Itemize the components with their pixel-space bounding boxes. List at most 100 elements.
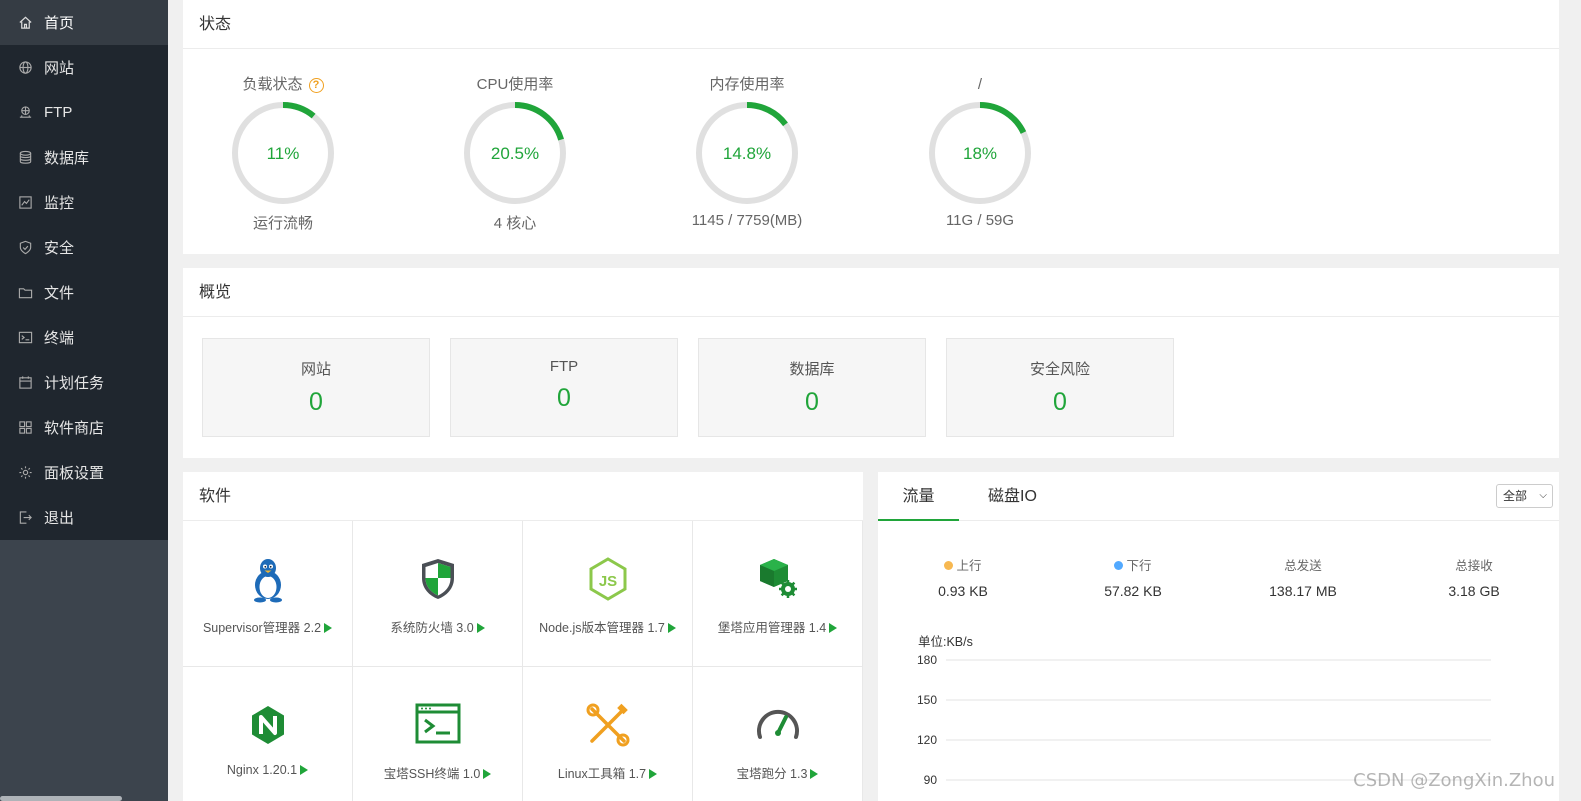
gauge-sub: 1145 / 7759(MB) (691, 212, 803, 229)
sidebar-item-label: 安全 (44, 240, 75, 257)
gauge-ring[interactable]: 18% (926, 99, 1034, 207)
sidebar-item-store[interactable]: 软件商店 (0, 405, 168, 450)
sidebar-scrollbar[interactable] (0, 796, 122, 801)
stat-label: 总接收 (1455, 559, 1493, 573)
software-item-ssh-terminal[interactable]: 宝塔SSH终端 1.0 (353, 667, 523, 801)
stat-download: 下行 57.82 KB (1073, 555, 1193, 599)
sidebar-item-monitor[interactable]: 监控 (0, 180, 168, 225)
tab-traffic[interactable]: 流量 (878, 472, 959, 521)
overview-card-value: 0 (309, 388, 323, 416)
nodejs-icon: JS (589, 557, 626, 601)
svg-text:JS: JS (598, 573, 616, 590)
traffic-tab-bar: 流量 磁盘IO 全部 ⌵ (878, 472, 1559, 521)
help-icon[interactable]: ? (308, 78, 324, 93)
software-item-app-manager[interactable]: 堡塔应用管理器 1.4 (693, 521, 863, 667)
gauge-ring[interactable]: 14.8% (693, 99, 801, 207)
gauge-value: 11% (267, 144, 300, 163)
overview-card-website[interactable]: 网站 0 (202, 338, 430, 437)
gauge-load: 负载状态? 11% 运行流畅 (213, 74, 353, 233)
overview-card-label: 安全风险 (1029, 361, 1090, 378)
software-panel: 软件 Supervisor管理器 2.2 系统防火墙 3.0 JS Node.j… (183, 472, 863, 801)
gauge-sub: 4 核心 (493, 215, 537, 232)
overview-card-security-risk[interactable]: 安全风险 0 (946, 338, 1174, 437)
sidebar-item-logout[interactable]: 退出 (0, 495, 168, 540)
calendar-icon (16, 374, 34, 392)
software-item-firewall[interactable]: 系统防火墙 3.0 (353, 521, 523, 667)
speedometer-icon (756, 709, 799, 739)
sidebar-item-files[interactable]: 文件 (0, 270, 168, 315)
stat-value: 57.82 KB (1104, 583, 1162, 599)
firewall-shield-icon (421, 559, 454, 599)
sidebar-item-database[interactable]: 数据库 (0, 135, 168, 180)
folder-icon (16, 284, 34, 302)
stat-upload: 上行 0.93 KB (903, 555, 1023, 599)
y-tick-label: 120 (917, 733, 937, 747)
sidebar-item-ftp[interactable]: FTP (0, 90, 168, 135)
software-item-benchmark[interactable]: 宝塔跑分 1.3 (693, 667, 863, 801)
sidebar-item-security[interactable]: 安全 (0, 225, 168, 270)
sidebar-item-settings[interactable]: 面板设置 (0, 450, 168, 495)
tab-disk-io[interactable]: 磁盘IO (988, 472, 1037, 521)
software-item-nginx[interactable]: Nginx 1.20.1 (183, 667, 353, 801)
gauge-memory: 内存使用率 14.8% 1145 / 7759(MB) (677, 74, 817, 229)
sidebar-item-label: FTP (44, 104, 73, 121)
overview-card-database[interactable]: 数据库 0 (698, 338, 926, 437)
gauge-ring[interactable]: 11% (229, 99, 337, 207)
software-item-linux-toolbox[interactable]: Linux工具箱 1.7 (523, 667, 693, 801)
stat-total-sent: 总发送 138.17 MB (1243, 555, 1363, 599)
sidebar-item-label: 网站 (44, 60, 75, 77)
linux-penguin-icon (253, 559, 282, 603)
software-item-label: 堡塔应用管理器 1.4 (717, 621, 827, 635)
interface-select[interactable]: 全部 ⌵ (1496, 484, 1553, 508)
y-tick-label: 150 (917, 693, 937, 707)
software-item-label: 系统防火墙 3.0 (390, 621, 474, 635)
upload-dot-icon (944, 561, 954, 570)
sidebar-item-label: 首页 (44, 15, 75, 32)
software-item-nodejs[interactable]: JS Node.js版本管理器 1.7 (523, 521, 693, 667)
software-item-label: Supervisor管理器 2.2 (202, 621, 322, 635)
gauge-label: / (977, 76, 983, 93)
stat-label: 总发送 (1284, 559, 1322, 573)
gauge-arc (979, 102, 1027, 134)
interface-select-value: 全部 (1503, 489, 1528, 503)
y-tick-label: 90 (924, 773, 938, 787)
gauge-ring[interactable]: 20.5% (461, 99, 569, 207)
download-dot-icon (1114, 561, 1124, 570)
sidebar-item-cron[interactable]: 计划任务 (0, 360, 168, 405)
overview-card-value: 0 (805, 388, 819, 416)
home-icon (16, 14, 34, 32)
gear-icon (16, 464, 34, 482)
sidebar: 首页 网站 FTP 数据库 监控 安全 文件 终端 计划任务 软件商店 面板设置… (0, 0, 168, 801)
y-tick-label: 180 (917, 653, 937, 667)
overview-card-ftp[interactable]: FTP 0 (450, 338, 678, 437)
play-icon (649, 769, 658, 779)
chevron-down-icon: ⌵ (1539, 490, 1547, 501)
sidebar-item-label: 面板设置 (44, 465, 105, 482)
sidebar-menu: 首页 网站 FTP 数据库 监控 安全 文件 终端 计划任务 软件商店 面板设置… (0, 0, 168, 540)
overview-card-value: 0 (557, 384, 571, 412)
gauge-value: 14.8% (723, 144, 771, 163)
database-icon (16, 149, 34, 167)
gauge-disk: / 18% 11G / 59G (910, 74, 1050, 229)
gauge-sub: 11G / 59G (945, 212, 1015, 229)
sidebar-item-website[interactable]: 网站 (0, 45, 168, 90)
gauge-arc (746, 102, 788, 127)
overview-panel: 概览 网站 0 FTP 0 数据库 0 安全风险 0 (183, 268, 1559, 458)
grid-icon (16, 419, 34, 437)
sidebar-item-home[interactable]: 首页 (0, 0, 168, 45)
software-item-label: Linux工具箱 1.7 (557, 767, 647, 781)
sidebar-item-label: 终端 (44, 330, 75, 347)
sidebar-item-label: 退出 (44, 510, 75, 527)
stat-label: 下行 (1126, 559, 1152, 573)
gauge-arc (514, 102, 564, 141)
play-icon (324, 623, 333, 633)
software-item-supervisor[interactable]: Supervisor管理器 2.2 (183, 521, 353, 667)
app-box-gear-icon (759, 559, 797, 598)
software-item-label: 宝塔SSH终端 1.0 (383, 767, 481, 781)
sidebar-item-label: 计划任务 (44, 375, 105, 392)
gauge-label: CPU使用率 (476, 76, 554, 93)
sidebar-item-terminal[interactable]: 终端 (0, 315, 168, 360)
stat-value: 138.17 MB (1269, 583, 1337, 599)
monitor-icon (16, 194, 34, 212)
toolbox-icon (586, 703, 629, 747)
